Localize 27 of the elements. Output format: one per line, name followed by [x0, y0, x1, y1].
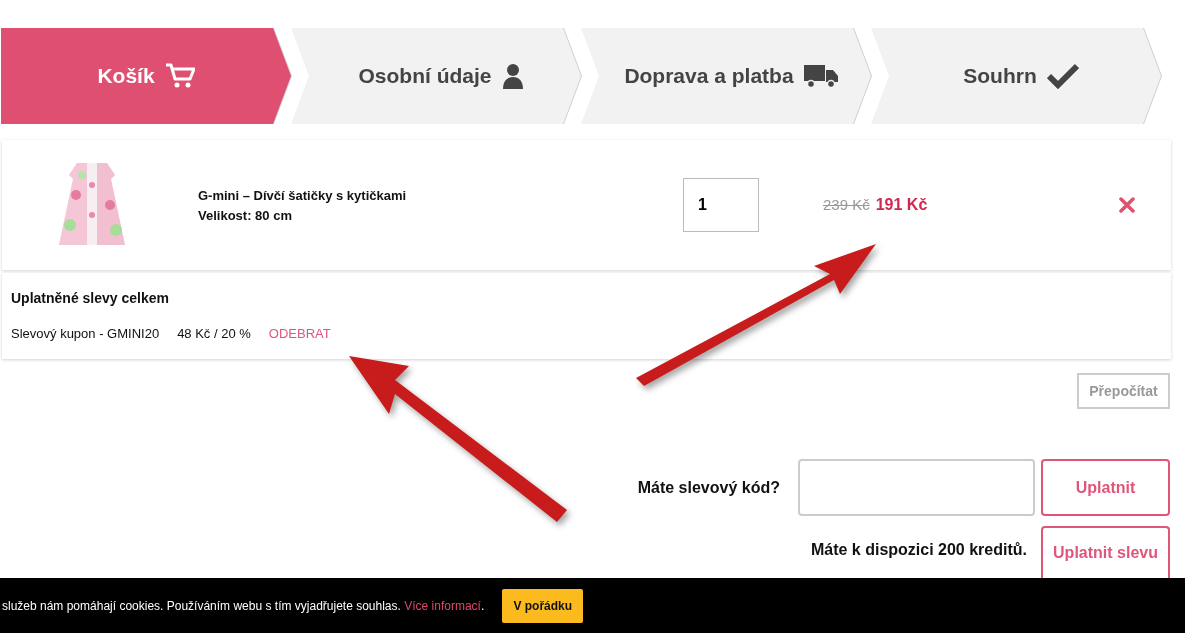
coupon-name: Slevový kupon - GMINI20 — [11, 326, 160, 341]
cookie-text: služeb nám pomáhají cookies. Používáním webu s tím vyjadřujete souhlas. Více informací. — [2, 598, 485, 613]
checkout-step[interactable]: Košík — [1, 28, 291, 124]
apply-discount-button[interactable]: Uplatnit slevu — [1041, 526, 1170, 578]
cart-icon — [164, 63, 195, 89]
old-price: 239 Kč — [823, 196, 870, 213]
checkout-step[interactable]: Osobní údaje — [291, 28, 581, 124]
discount-title: Uplatněné slevy celkem — [11, 290, 170, 306]
check-icon — [1046, 63, 1079, 89]
more-info-link[interactable]: Více informací — [404, 598, 481, 613]
credits-text: Máte k dispozici 200 kreditů. — [810, 541, 1027, 559]
truck-icon — [803, 64, 838, 88]
close-icon[interactable] — [1119, 197, 1135, 213]
price: 191 Kč — [875, 196, 928, 213]
recalculate-button[interactable]: Přepočítat — [1077, 373, 1170, 409]
remove-link[interactable]: ODEBRAT — [268, 326, 331, 341]
checkout-step[interactable]: Doprava a platba — [581, 28, 871, 124]
product-size: Velikost: 80 cm — [198, 207, 293, 223]
checkout-step[interactable]: Souhrn — [871, 28, 1161, 124]
accept-button[interactable]: V pořádku — [502, 588, 584, 623]
coupon-label: Máte slevový kód? — [637, 478, 780, 497]
product-name: G-mini – Dívčí šatičky s kytičkami — [198, 187, 408, 203]
coupon-field[interactable] — [798, 459, 1035, 516]
user-icon — [501, 63, 524, 89]
apply-button[interactable]: Uplatnit — [1041, 459, 1170, 516]
quantity-field[interactable]: 1 — [683, 178, 759, 232]
coupon-amount: 48 Kč / 20 % — [177, 326, 251, 341]
